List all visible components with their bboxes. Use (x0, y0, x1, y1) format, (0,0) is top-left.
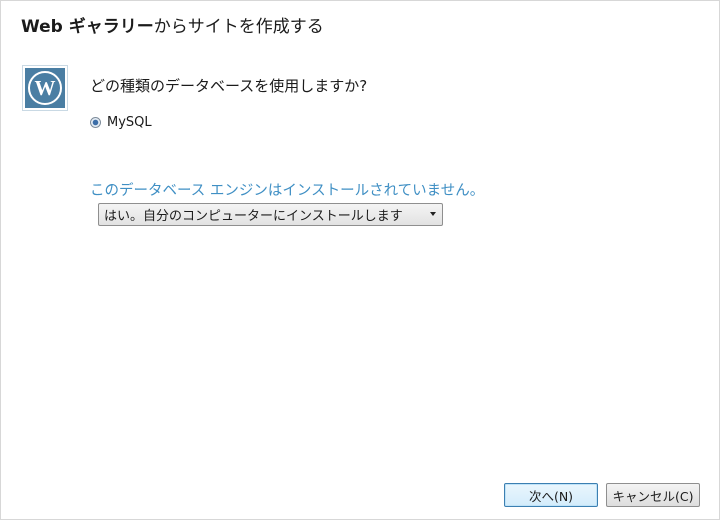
radio-selected-icon[interactable] (90, 117, 101, 128)
chevron-down-icon (430, 212, 436, 216)
dialog-title-bold: Web ギャラリー (21, 17, 154, 37)
database-type-question: どの種類のデータベースを使用しますか? (90, 77, 368, 95)
install-engine-select[interactable]: はい。自分のコンピューターにインストールします (98, 203, 443, 226)
cancel-button[interactable]: キャンセル(C) (606, 483, 700, 507)
dialog-title-rest: からサイトを作成する (153, 17, 324, 37)
install-engine-select-value: はい。自分のコンピューターにインストールします (104, 209, 403, 224)
wordpress-logo-icon: W (22, 65, 68, 111)
web-gallery-dialog: Web ギャラリーからサイトを作成する W どの種類のデータベースを使用しますか… (0, 0, 720, 520)
wordpress-logo-svg: W (25, 68, 65, 108)
radio-option-mysql-label: MySQL (107, 115, 152, 130)
svg-text:W: W (35, 76, 56, 100)
radio-option-mysql[interactable]: MySQL (90, 115, 152, 130)
engine-not-installed-message: このデータベース エンジンはインストールされていません。 (90, 183, 485, 199)
next-button[interactable]: 次へ(N) (504, 483, 598, 507)
dialog-title: Web ギャラリーからサイトを作成する (21, 12, 324, 37)
